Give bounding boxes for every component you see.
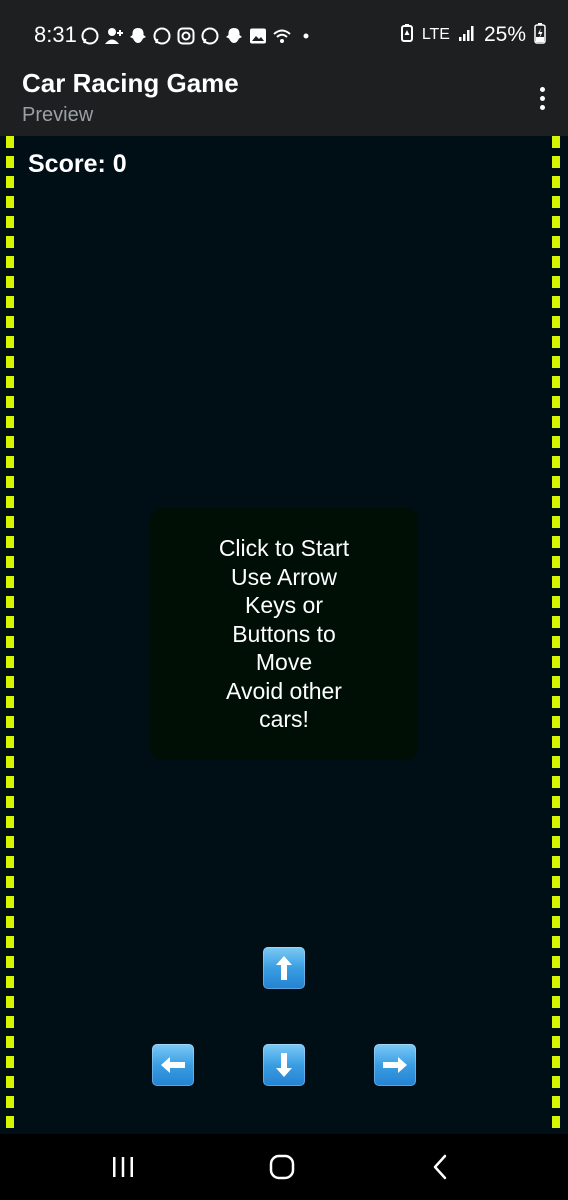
notification-icons <box>80 24 316 48</box>
right-arrow-button[interactable] <box>374 1044 416 1086</box>
snapchat-icon <box>224 26 244 46</box>
back-icon <box>433 1154 447 1180</box>
score-label: Score: 0 <box>28 150 127 178</box>
app-bar: Car Racing Game Preview <box>0 66 568 136</box>
start-line: Avoid other <box>226 677 342 704</box>
start-line: Move <box>255 649 313 676</box>
status-bar: 8:31 LTE 25% <box>0 0 568 66</box>
down-arrow-button[interactable] <box>263 1044 305 1086</box>
battery-percent: 25% <box>483 23 526 46</box>
more-options-button[interactable] <box>530 80 554 116</box>
whatsapp-icon <box>80 26 100 46</box>
start-line: Click to Start <box>218 535 350 562</box>
arrow-right-icon <box>383 1057 407 1073</box>
gallery-icon <box>248 26 268 46</box>
start-panel[interactable]: Click to Start Use Arrow Keys or Buttons… <box>150 508 418 760</box>
home-icon <box>269 1154 295 1180</box>
wifi-icon <box>272 26 292 46</box>
up-arrow-button[interactable] <box>263 947 305 989</box>
back-button[interactable] <box>426 1152 456 1182</box>
app-title: Car Racing Game <box>22 68 239 98</box>
game-area[interactable]: Score: 0 Click to Start Use Arrow Keys o… <box>0 136 568 1134</box>
more-vertical-icon-dot <box>539 104 545 110</box>
start-instructions: Click to Start Use Arrow Keys or Buttons… <box>209 534 359 734</box>
navigation-bar <box>0 1134 568 1200</box>
whatsapp-icon <box>152 26 172 46</box>
app-subtitle: Preview <box>22 104 94 126</box>
more-vertical-icon <box>539 86 545 92</box>
recents-button[interactable] <box>108 1152 138 1182</box>
more-vertical-icon-dot <box>539 95 545 101</box>
start-line: Buttons to <box>232 620 336 647</box>
signal-icon <box>458 24 476 47</box>
add-contact-icon <box>104 26 124 46</box>
snapchat-icon <box>128 26 148 46</box>
start-line: cars! <box>259 706 309 733</box>
home-button[interactable] <box>267 1152 297 1182</box>
arrow-left-icon <box>161 1057 185 1073</box>
lane-border-left <box>6 136 14 1134</box>
status-right: LTE 25% <box>400 20 546 50</box>
network-type: LTE <box>421 26 450 43</box>
arrow-up-icon <box>276 956 292 980</box>
start-line: Use Arrow <box>230 563 338 590</box>
start-line: Keys or <box>245 592 323 619</box>
lane-border-right <box>552 136 560 1134</box>
recents-icon <box>113 1157 133 1177</box>
whatsapp-icon <box>200 26 220 46</box>
left-arrow-button[interactable] <box>152 1044 194 1086</box>
arrow-down-icon <box>276 1053 292 1077</box>
dot-icon <box>296 26 316 46</box>
battery-saver-icon <box>400 23 414 48</box>
instagram-icon <box>176 26 196 46</box>
status-time: 8:31 <box>34 22 77 47</box>
battery-charging-icon <box>534 22 546 49</box>
